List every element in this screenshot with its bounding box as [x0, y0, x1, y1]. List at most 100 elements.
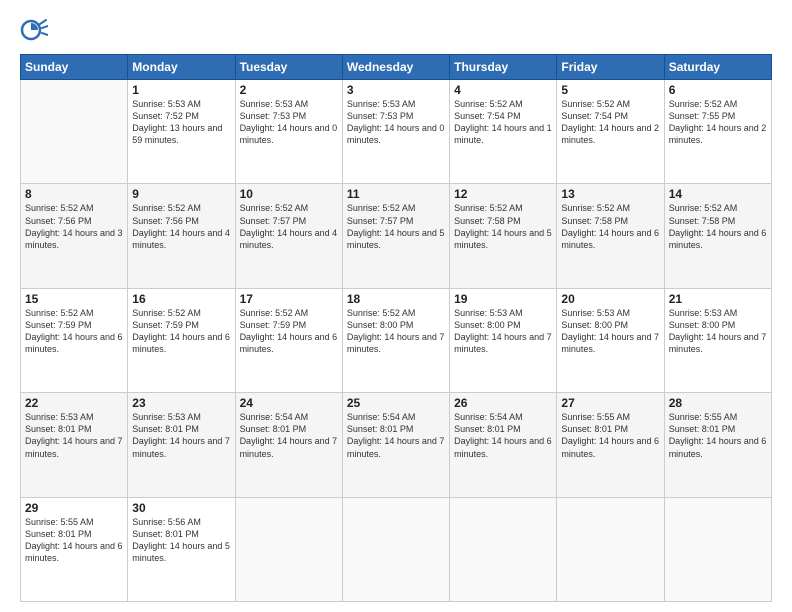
weekday-header-thursday: Thursday	[450, 55, 557, 80]
calendar-cell	[21, 80, 128, 184]
calendar-cell	[235, 497, 342, 601]
calendar-cell: 12 Sunrise: 5:52 AMSunset: 7:58 PMDaylig…	[450, 184, 557, 288]
calendar-table: SundayMondayTuesdayWednesdayThursdayFrid…	[20, 54, 772, 602]
weekday-header-wednesday: Wednesday	[342, 55, 449, 80]
day-info: Sunrise: 5:56 AMSunset: 8:01 PMDaylight:…	[132, 517, 230, 563]
week-row-2: 8 Sunrise: 5:52 AMSunset: 7:56 PMDayligh…	[21, 184, 772, 288]
calendar-header: SundayMondayTuesdayWednesdayThursdayFrid…	[21, 55, 772, 80]
day-info: Sunrise: 5:53 AMSunset: 7:52 PMDaylight:…	[132, 99, 222, 145]
calendar-cell: 18 Sunrise: 5:52 AMSunset: 8:00 PMDaylig…	[342, 288, 449, 392]
calendar-cell: 25 Sunrise: 5:54 AMSunset: 8:01 PMDaylig…	[342, 393, 449, 497]
header	[20, 16, 772, 44]
weekday-header-sunday: Sunday	[21, 55, 128, 80]
day-info: Sunrise: 5:52 AMSunset: 7:59 PMDaylight:…	[132, 308, 230, 354]
calendar-cell	[450, 497, 557, 601]
calendar-cell: 9 Sunrise: 5:52 AMSunset: 7:56 PMDayligh…	[128, 184, 235, 288]
calendar-cell: 26 Sunrise: 5:54 AMSunset: 8:01 PMDaylig…	[450, 393, 557, 497]
day-number: 16	[132, 292, 230, 306]
day-info: Sunrise: 5:53 AMSunset: 7:53 PMDaylight:…	[347, 99, 445, 145]
day-number: 25	[347, 396, 445, 410]
calendar-cell: 1 Sunrise: 5:53 AMSunset: 7:52 PMDayligh…	[128, 80, 235, 184]
day-info: Sunrise: 5:54 AMSunset: 8:01 PMDaylight:…	[240, 412, 338, 458]
day-info: Sunrise: 5:53 AMSunset: 8:00 PMDaylight:…	[669, 308, 767, 354]
calendar-cell	[664, 497, 771, 601]
calendar-cell: 4 Sunrise: 5:52 AMSunset: 7:54 PMDayligh…	[450, 80, 557, 184]
day-info: Sunrise: 5:52 AMSunset: 7:57 PMDaylight:…	[347, 203, 445, 249]
day-info: Sunrise: 5:54 AMSunset: 8:01 PMDaylight:…	[454, 412, 552, 458]
calendar-cell: 13 Sunrise: 5:52 AMSunset: 7:58 PMDaylig…	[557, 184, 664, 288]
calendar-cell: 23 Sunrise: 5:53 AMSunset: 8:01 PMDaylig…	[128, 393, 235, 497]
day-number: 29	[25, 501, 123, 515]
weekday-row: SundayMondayTuesdayWednesdayThursdayFrid…	[21, 55, 772, 80]
day-info: Sunrise: 5:52 AMSunset: 7:58 PMDaylight:…	[454, 203, 552, 249]
day-number: 27	[561, 396, 659, 410]
day-info: Sunrise: 5:52 AMSunset: 7:56 PMDaylight:…	[25, 203, 123, 249]
day-info: Sunrise: 5:55 AMSunset: 8:01 PMDaylight:…	[561, 412, 659, 458]
day-number: 15	[25, 292, 123, 306]
day-number: 19	[454, 292, 552, 306]
day-number: 2	[240, 83, 338, 97]
calendar-cell: 5 Sunrise: 5:52 AMSunset: 7:54 PMDayligh…	[557, 80, 664, 184]
day-info: Sunrise: 5:52 AMSunset: 7:57 PMDaylight:…	[240, 203, 338, 249]
calendar-cell: 10 Sunrise: 5:52 AMSunset: 7:57 PMDaylig…	[235, 184, 342, 288]
calendar-cell	[557, 497, 664, 601]
day-number: 4	[454, 83, 552, 97]
day-info: Sunrise: 5:53 AMSunset: 8:01 PMDaylight:…	[25, 412, 123, 458]
weekday-header-saturday: Saturday	[664, 55, 771, 80]
day-number: 21	[669, 292, 767, 306]
logo-icon	[20, 16, 48, 44]
day-info: Sunrise: 5:55 AMSunset: 8:01 PMDaylight:…	[25, 517, 123, 563]
day-info: Sunrise: 5:52 AMSunset: 7:54 PMDaylight:…	[561, 99, 659, 145]
week-row-3: 15 Sunrise: 5:52 AMSunset: 7:59 PMDaylig…	[21, 288, 772, 392]
calendar-cell: 29 Sunrise: 5:55 AMSunset: 8:01 PMDaylig…	[21, 497, 128, 601]
day-info: Sunrise: 5:53 AMSunset: 8:00 PMDaylight:…	[561, 308, 659, 354]
day-info: Sunrise: 5:52 AMSunset: 7:55 PMDaylight:…	[669, 99, 767, 145]
day-info: Sunrise: 5:52 AMSunset: 7:59 PMDaylight:…	[25, 308, 123, 354]
day-number: 14	[669, 187, 767, 201]
day-info: Sunrise: 5:52 AMSunset: 7:56 PMDaylight:…	[132, 203, 230, 249]
calendar-cell: 6 Sunrise: 5:52 AMSunset: 7:55 PMDayligh…	[664, 80, 771, 184]
day-number: 3	[347, 83, 445, 97]
calendar-body: 1 Sunrise: 5:53 AMSunset: 7:52 PMDayligh…	[21, 80, 772, 602]
day-info: Sunrise: 5:52 AMSunset: 7:59 PMDaylight:…	[240, 308, 338, 354]
day-number: 23	[132, 396, 230, 410]
calendar-cell: 17 Sunrise: 5:52 AMSunset: 7:59 PMDaylig…	[235, 288, 342, 392]
day-number: 10	[240, 187, 338, 201]
day-info: Sunrise: 5:54 AMSunset: 8:01 PMDaylight:…	[347, 412, 445, 458]
calendar-cell: 16 Sunrise: 5:52 AMSunset: 7:59 PMDaylig…	[128, 288, 235, 392]
day-number: 24	[240, 396, 338, 410]
day-number: 18	[347, 292, 445, 306]
day-number: 13	[561, 187, 659, 201]
calendar-cell: 28 Sunrise: 5:55 AMSunset: 8:01 PMDaylig…	[664, 393, 771, 497]
day-info: Sunrise: 5:53 AMSunset: 7:53 PMDaylight:…	[240, 99, 338, 145]
day-info: Sunrise: 5:52 AMSunset: 7:58 PMDaylight:…	[561, 203, 659, 249]
page: SundayMondayTuesdayWednesdayThursdayFrid…	[0, 0, 792, 612]
day-number: 26	[454, 396, 552, 410]
calendar-cell: 8 Sunrise: 5:52 AMSunset: 7:56 PMDayligh…	[21, 184, 128, 288]
day-number: 17	[240, 292, 338, 306]
calendar-cell	[342, 497, 449, 601]
day-number: 5	[561, 83, 659, 97]
day-info: Sunrise: 5:52 AMSunset: 7:58 PMDaylight:…	[669, 203, 767, 249]
calendar-cell: 30 Sunrise: 5:56 AMSunset: 8:01 PMDaylig…	[128, 497, 235, 601]
calendar-cell: 19 Sunrise: 5:53 AMSunset: 8:00 PMDaylig…	[450, 288, 557, 392]
day-info: Sunrise: 5:53 AMSunset: 8:01 PMDaylight:…	[132, 412, 230, 458]
calendar-cell: 11 Sunrise: 5:52 AMSunset: 7:57 PMDaylig…	[342, 184, 449, 288]
day-number: 12	[454, 187, 552, 201]
day-number: 8	[25, 187, 123, 201]
day-info: Sunrise: 5:53 AMSunset: 8:00 PMDaylight:…	[454, 308, 552, 354]
weekday-header-friday: Friday	[557, 55, 664, 80]
day-number: 9	[132, 187, 230, 201]
calendar-cell: 24 Sunrise: 5:54 AMSunset: 8:01 PMDaylig…	[235, 393, 342, 497]
day-number: 28	[669, 396, 767, 410]
calendar-cell: 3 Sunrise: 5:53 AMSunset: 7:53 PMDayligh…	[342, 80, 449, 184]
week-row-5: 29 Sunrise: 5:55 AMSunset: 8:01 PMDaylig…	[21, 497, 772, 601]
calendar-cell: 2 Sunrise: 5:53 AMSunset: 7:53 PMDayligh…	[235, 80, 342, 184]
logo	[20, 16, 52, 44]
day-number: 20	[561, 292, 659, 306]
day-info: Sunrise: 5:55 AMSunset: 8:01 PMDaylight:…	[669, 412, 767, 458]
day-number: 6	[669, 83, 767, 97]
calendar-cell: 27 Sunrise: 5:55 AMSunset: 8:01 PMDaylig…	[557, 393, 664, 497]
day-number: 22	[25, 396, 123, 410]
calendar-cell: 14 Sunrise: 5:52 AMSunset: 7:58 PMDaylig…	[664, 184, 771, 288]
